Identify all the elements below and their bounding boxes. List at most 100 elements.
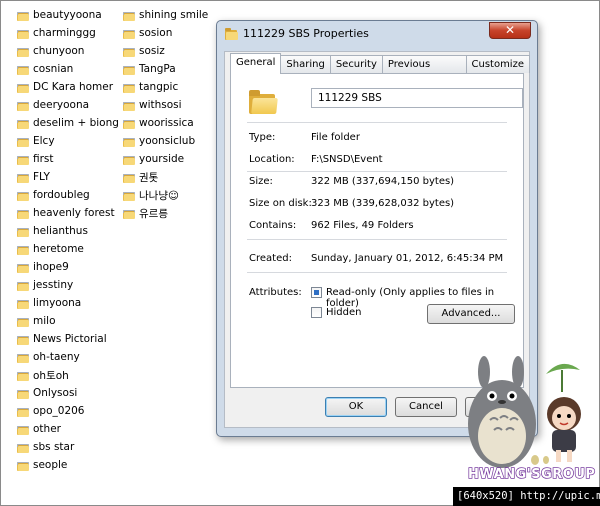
folder-icon xyxy=(17,244,29,255)
upic-watermark: [640x520] http://upic.me/ xyxy=(453,487,600,506)
folder-item[interactable]: other xyxy=(17,420,119,438)
readonly-checkbox[interactable] xyxy=(311,287,322,298)
folder-item[interactable]: 나나냥☺ xyxy=(123,186,208,204)
folder-label: yourside xyxy=(139,153,185,165)
folder-label: Elcy xyxy=(33,135,55,147)
folder-item[interactable]: fordoubleg xyxy=(17,186,119,204)
folder-item[interactable]: chunyoon xyxy=(17,42,119,60)
folder-label: 유르릉 xyxy=(139,207,168,220)
folder-item[interactable]: deeryoona xyxy=(17,96,119,114)
folder-label: 나나냥☺ xyxy=(139,189,179,202)
folder-label: sosion xyxy=(139,27,173,39)
folder-label: seople xyxy=(33,459,68,471)
hidden-checkbox[interactable] xyxy=(311,307,322,318)
folder-item[interactable]: tangpic xyxy=(123,78,208,96)
folder-list-column-2: shining smile sosion sosiz TangPa tangpic wit… xyxy=(123,6,208,222)
folder-item[interactable]: sosion xyxy=(123,24,208,42)
folder-item[interactable]: limyoona xyxy=(17,294,119,312)
folder-icon xyxy=(123,118,135,129)
folder-icon xyxy=(123,10,135,21)
folder-label: first xyxy=(33,153,54,165)
folder-icon xyxy=(17,208,29,219)
folder-icon xyxy=(17,136,29,147)
folder-label: 권톳 xyxy=(139,171,159,184)
folder-icon xyxy=(17,298,29,309)
folder-label: shining smile xyxy=(139,9,209,21)
folder-item[interactable]: beautyyoona xyxy=(17,6,119,24)
folder-label: ihope9 xyxy=(33,261,69,273)
folder-item[interactable]: heretome xyxy=(17,240,119,258)
advanced-button[interactable]: Advanced... xyxy=(427,304,515,324)
folder-item[interactable]: seople xyxy=(17,456,119,474)
folder-label: woorissica xyxy=(139,117,194,129)
tab-customize[interactable]: Customize xyxy=(465,55,530,73)
folder-item[interactable]: woorissica xyxy=(123,114,208,132)
folder-item[interactable]: sbs star xyxy=(17,438,119,456)
folder-item[interactable]: Onlysosi xyxy=(17,384,119,402)
folder-item[interactable]: first xyxy=(17,150,119,168)
folder-icon xyxy=(17,154,29,165)
folder-label: limyoona xyxy=(33,297,82,309)
folder-item[interactable]: Elcy xyxy=(17,132,119,150)
folder-icon xyxy=(17,172,29,183)
folder-item[interactable]: cosnian xyxy=(17,60,119,78)
totoro-sticker xyxy=(468,356,581,468)
divider xyxy=(247,272,507,273)
folder-label: chunyoon xyxy=(33,45,85,57)
hidden-label: Hidden xyxy=(326,307,362,318)
folder-item[interactable]: withsosi xyxy=(123,96,208,114)
folder-icon xyxy=(17,352,29,363)
folder-icon xyxy=(123,82,135,93)
divider xyxy=(247,171,507,172)
folder-item[interactable]: TangPa xyxy=(123,60,208,78)
folder-icon xyxy=(17,118,29,129)
folder-label: Onlysosi xyxy=(33,387,78,399)
folder-item[interactable]: yourside xyxy=(123,150,208,168)
folder-icon xyxy=(123,100,135,111)
size-on-disk-label: Size on disk: xyxy=(249,198,312,209)
folder-item[interactable]: yoonsiclub xyxy=(123,132,208,150)
folder-item[interactable]: opo_0206 xyxy=(17,402,119,420)
folder-list-column-1: beautyyoona charminggg chunyoon cosnian DC K… xyxy=(17,6,119,474)
created-value: Sunday, January 01, 2012, 6:45:34 PM xyxy=(311,253,504,264)
cancel-button[interactable]: Cancel xyxy=(395,397,457,417)
folder-label: heretome xyxy=(33,243,84,255)
folder-icon xyxy=(17,388,29,399)
folder-item[interactable]: 유르릉 xyxy=(123,204,208,222)
folder-name-input[interactable]: 111229 SBS xyxy=(311,88,523,108)
folder-item[interactable]: oh-taeny xyxy=(17,348,119,366)
folder-icon xyxy=(17,334,29,345)
folder-item[interactable]: News Pictorial xyxy=(17,330,119,348)
dialog-titlebar[interactable]: 111229 SBS Properties ✕ xyxy=(217,21,537,47)
size-value: 322 MB (337,694,150 bytes) xyxy=(311,176,455,187)
folder-item[interactable]: oh토oh xyxy=(17,366,119,384)
type-value: File folder xyxy=(311,132,360,143)
tab-general[interactable]: General xyxy=(230,53,282,74)
tab-sharing[interactable]: Sharing xyxy=(280,55,331,73)
folder-item[interactable]: shining smile xyxy=(123,6,208,24)
location-label: Location: xyxy=(249,154,295,165)
folder-item[interactable]: DC Kara homer xyxy=(17,78,119,96)
folder-item[interactable]: milo xyxy=(17,312,119,330)
folder-item[interactable]: sosiz xyxy=(123,42,208,60)
folder-item[interactable]: jesstiny xyxy=(17,276,119,294)
close-button[interactable]: ✕ xyxy=(489,22,531,39)
folder-item[interactable]: FLY xyxy=(17,168,119,186)
tab-security[interactable]: Security xyxy=(329,55,383,73)
type-label: Type: xyxy=(249,132,276,143)
folder-item[interactable]: ihope9 xyxy=(17,258,119,276)
folder-item[interactable]: charminggg xyxy=(17,24,119,42)
folder-item[interactable]: helianthus xyxy=(17,222,119,240)
contains-value: 962 Files, 49 Folders xyxy=(311,220,414,231)
folder-label: heavenly forest xyxy=(33,207,115,219)
folder-label: charminggg xyxy=(33,27,96,39)
folder-icon xyxy=(123,190,135,201)
folder-item[interactable]: 권톳 xyxy=(123,168,208,186)
folder-item[interactable]: deselim + biong xyxy=(17,114,119,132)
tab-previous-versions[interactable]: Previous Versions xyxy=(381,55,467,87)
folder-icon xyxy=(17,262,29,273)
ok-button[interactable]: OK xyxy=(325,397,387,417)
folder-label: helianthus xyxy=(33,225,88,237)
folder-item[interactable]: heavenly forest xyxy=(17,204,119,222)
created-label: Created: xyxy=(249,253,292,264)
